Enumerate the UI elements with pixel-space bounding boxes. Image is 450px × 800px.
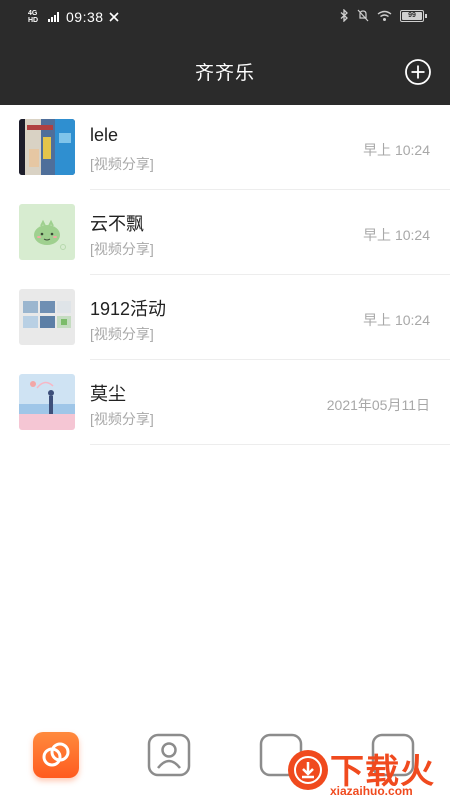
mute-icon bbox=[357, 9, 369, 22]
chat-rings-icon bbox=[42, 742, 70, 767]
bluetooth-icon bbox=[340, 9, 348, 22]
group-grid-avatar bbox=[19, 289, 75, 345]
chat-name: 莫尘 bbox=[90, 384, 126, 404]
network-indicator: 4G HD bbox=[28, 10, 39, 24]
chat-preview: [视频分享] bbox=[90, 411, 154, 427]
battery-level: 99 bbox=[408, 11, 416, 19]
chat-time: 早上 10:24 bbox=[363, 312, 430, 328]
chat-row[interactable]: 莫尘 [视频分享] 2021年05月11日 bbox=[0, 360, 450, 445]
chat-name: lele bbox=[90, 125, 119, 145]
green-cartoon-avatar bbox=[19, 204, 75, 260]
page-title: 齐齐乐 bbox=[194, 63, 255, 84]
tab-chat[interactable] bbox=[33, 732, 79, 778]
chat-name: 1912活动 bbox=[90, 299, 167, 319]
status-right: 99 bbox=[340, 9, 427, 22]
tools-icon bbox=[108, 12, 119, 22]
photo-collage-avatar bbox=[19, 119, 75, 175]
chat-preview: [视频分享] bbox=[90, 326, 154, 342]
watermark-url: xiazaihuo.com bbox=[330, 784, 413, 798]
status-time: 09:38 bbox=[66, 9, 104, 25]
divider bbox=[90, 444, 450, 445]
chat-preview: [视频分享] bbox=[90, 241, 154, 257]
signal-icon bbox=[48, 12, 59, 22]
download-badge-icon bbox=[288, 750, 328, 790]
contacts-person-icon bbox=[147, 733, 191, 777]
plus-circle-icon[interactable] bbox=[404, 58, 432, 86]
chat-time: 2021年05月11日 bbox=[326, 397, 430, 413]
chat-preview: [视频分享] bbox=[90, 156, 154, 172]
chat-row[interactable]: 云不飘 [视频分享] 早上 10:24 bbox=[0, 190, 450, 275]
watermark-logo: 下载火 xiazaihuo.com bbox=[284, 742, 450, 800]
beach-illustration-avatar bbox=[19, 374, 75, 430]
chat-time: 早上 10:24 bbox=[363, 142, 430, 158]
battery-icon: 99 bbox=[400, 9, 427, 22]
status-left: 4G HD 09:38 bbox=[28, 9, 120, 25]
chat-time: 早上 10:24 bbox=[363, 227, 430, 243]
chat-name: 云不飘 bbox=[90, 214, 144, 234]
chat-row[interactable]: lele [视频分享] 早上 10:24 bbox=[0, 105, 450, 190]
wifi-icon bbox=[377, 10, 392, 21]
top-header: 4G HD 09:38 99 齐齐乐 bbox=[0, 0, 450, 105]
chat-list: lele [视频分享] 早上 10:24 云不飘 [视频分享] 早上 10:24 bbox=[0, 105, 450, 445]
chat-row[interactable]: 1912活动 [视频分享] 早上 10:24 bbox=[0, 275, 450, 360]
tab-contacts[interactable] bbox=[146, 732, 192, 778]
status-bar: 4G HD 09:38 99 bbox=[0, 0, 450, 36]
